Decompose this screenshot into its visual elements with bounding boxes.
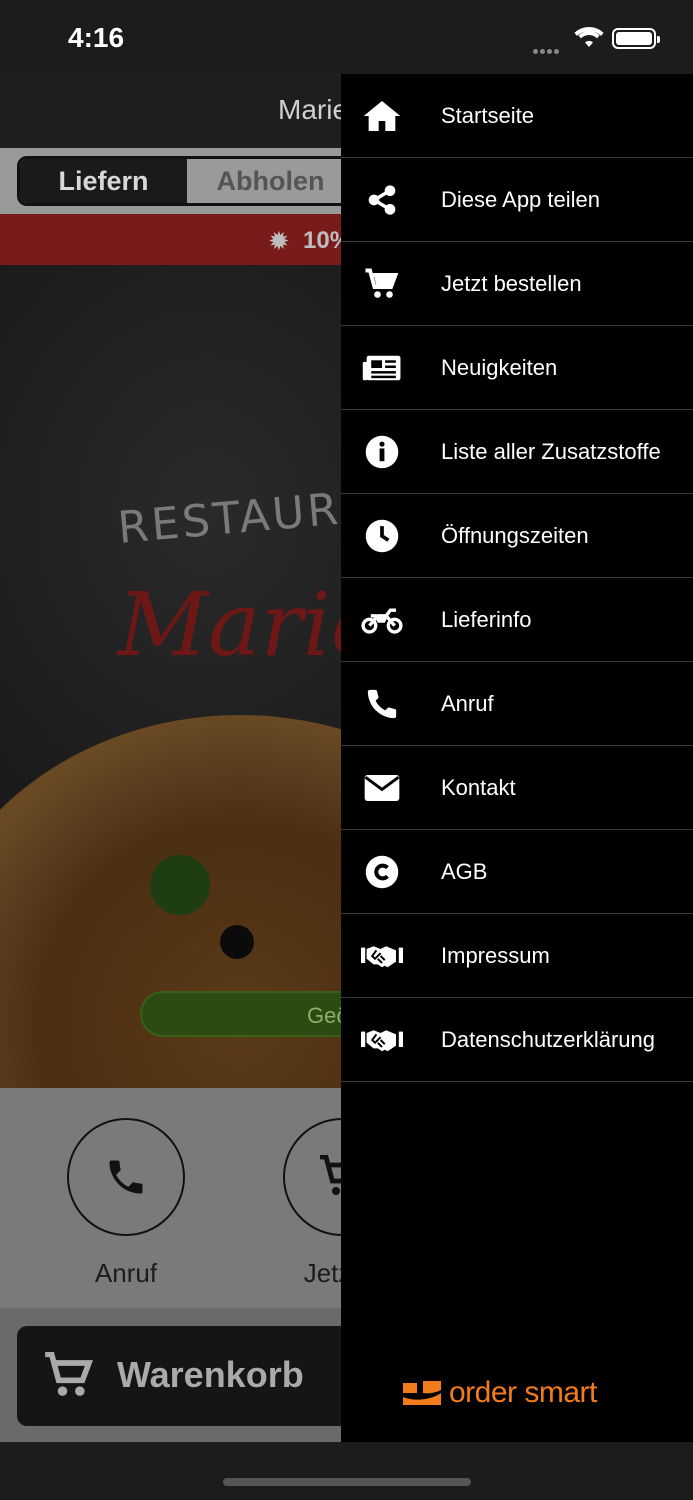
menu-item-contact[interactable]: Kontakt	[341, 746, 693, 830]
cart-icon	[43, 1351, 95, 1405]
menu-item-agb[interactable]: AGB	[341, 830, 693, 914]
menu-item-order[interactable]: Jetzt bestellen	[341, 242, 693, 326]
phone-icon	[361, 684, 403, 724]
delivery-mode-toggle[interactable]: Liefern Abholen	[17, 156, 357, 206]
order-smart-logo-mark	[401, 1377, 443, 1409]
menu-item-delivery-info[interactable]: Lieferinfo	[341, 578, 693, 662]
handshake-icon	[361, 936, 403, 976]
copyright-icon	[361, 852, 403, 892]
newspaper-icon	[361, 348, 403, 388]
phone-icon	[67, 1118, 185, 1236]
pickup-tab[interactable]: Abholen	[187, 159, 354, 203]
envelope-icon	[361, 768, 403, 808]
menu-item-news[interactable]: Neuigkeiten	[341, 326, 693, 410]
handshake-icon	[361, 1020, 403, 1060]
cart-label: Warenkorb	[117, 1354, 304, 1395]
deliver-tab[interactable]: Liefern	[20, 159, 187, 203]
menu-item-call[interactable]: Anruf	[341, 662, 693, 746]
order-smart-logo[interactable]: order smart	[401, 1376, 597, 1410]
discount-badge-icon: ✹	[268, 226, 290, 256]
status-time: 4:16	[68, 22, 125, 53]
menu-item-label: Kontakt	[441, 774, 516, 800]
home-indicator-area	[0, 1442, 693, 1500]
menu-item-label: AGB	[441, 858, 488, 884]
menu-item-label: Datenschutzerklärung	[441, 1026, 656, 1052]
menu-item-additives[interactable]: Liste aller Zusatzstoffe	[341, 410, 693, 494]
menu-item-label: Liste aller Zusatzstoffe	[441, 438, 661, 464]
menu-item-impressum[interactable]: Impressum	[341, 914, 693, 998]
menu-item-label: Startseite	[441, 102, 534, 128]
home-indicator[interactable]	[223, 1478, 471, 1486]
menu-item-label: Lieferinfo	[441, 606, 532, 632]
battery-icon	[612, 28, 660, 49]
menu-item-share[interactable]: Diese App teilen	[341, 158, 693, 242]
order-smart-logo-text: order smart	[449, 1376, 597, 1409]
menu-item-opening-hours[interactable]: Öffnungszeiten	[341, 494, 693, 578]
menu-item-label: Anruf	[441, 690, 494, 716]
motorcycle-icon	[361, 600, 403, 640]
menu-item-label: Neuigkeiten	[441, 354, 558, 380]
clock-icon	[361, 516, 403, 556]
status-bar: 4:16	[0, 0, 693, 74]
share-icon	[361, 180, 403, 220]
menu-item-privacy[interactable]: Datenschutzerklärung	[341, 998, 693, 1082]
menu-item-startseite[interactable]: Startseite	[341, 74, 693, 158]
signal-icon	[533, 41, 567, 54]
home-icon	[361, 96, 403, 136]
open-status-badge: Geö	[140, 991, 370, 1037]
wifi-icon	[574, 26, 604, 53]
call-action[interactable]: Anruf	[67, 1118, 185, 1289]
cart-icon	[361, 264, 403, 304]
call-action-label: Anruf	[94, 1258, 158, 1288]
menu-item-label: Diese App teilen	[441, 186, 600, 212]
info-icon	[361, 432, 403, 472]
menu-item-label: Impressum	[441, 942, 550, 968]
menu-item-label: Öffnungszeiten	[441, 522, 589, 548]
side-drawer: Startseite Diese App teilen Jetzt bestel…	[341, 74, 693, 1442]
page-title: Marie	[278, 94, 349, 125]
menu-item-label: Jetzt bestellen	[441, 270, 582, 296]
